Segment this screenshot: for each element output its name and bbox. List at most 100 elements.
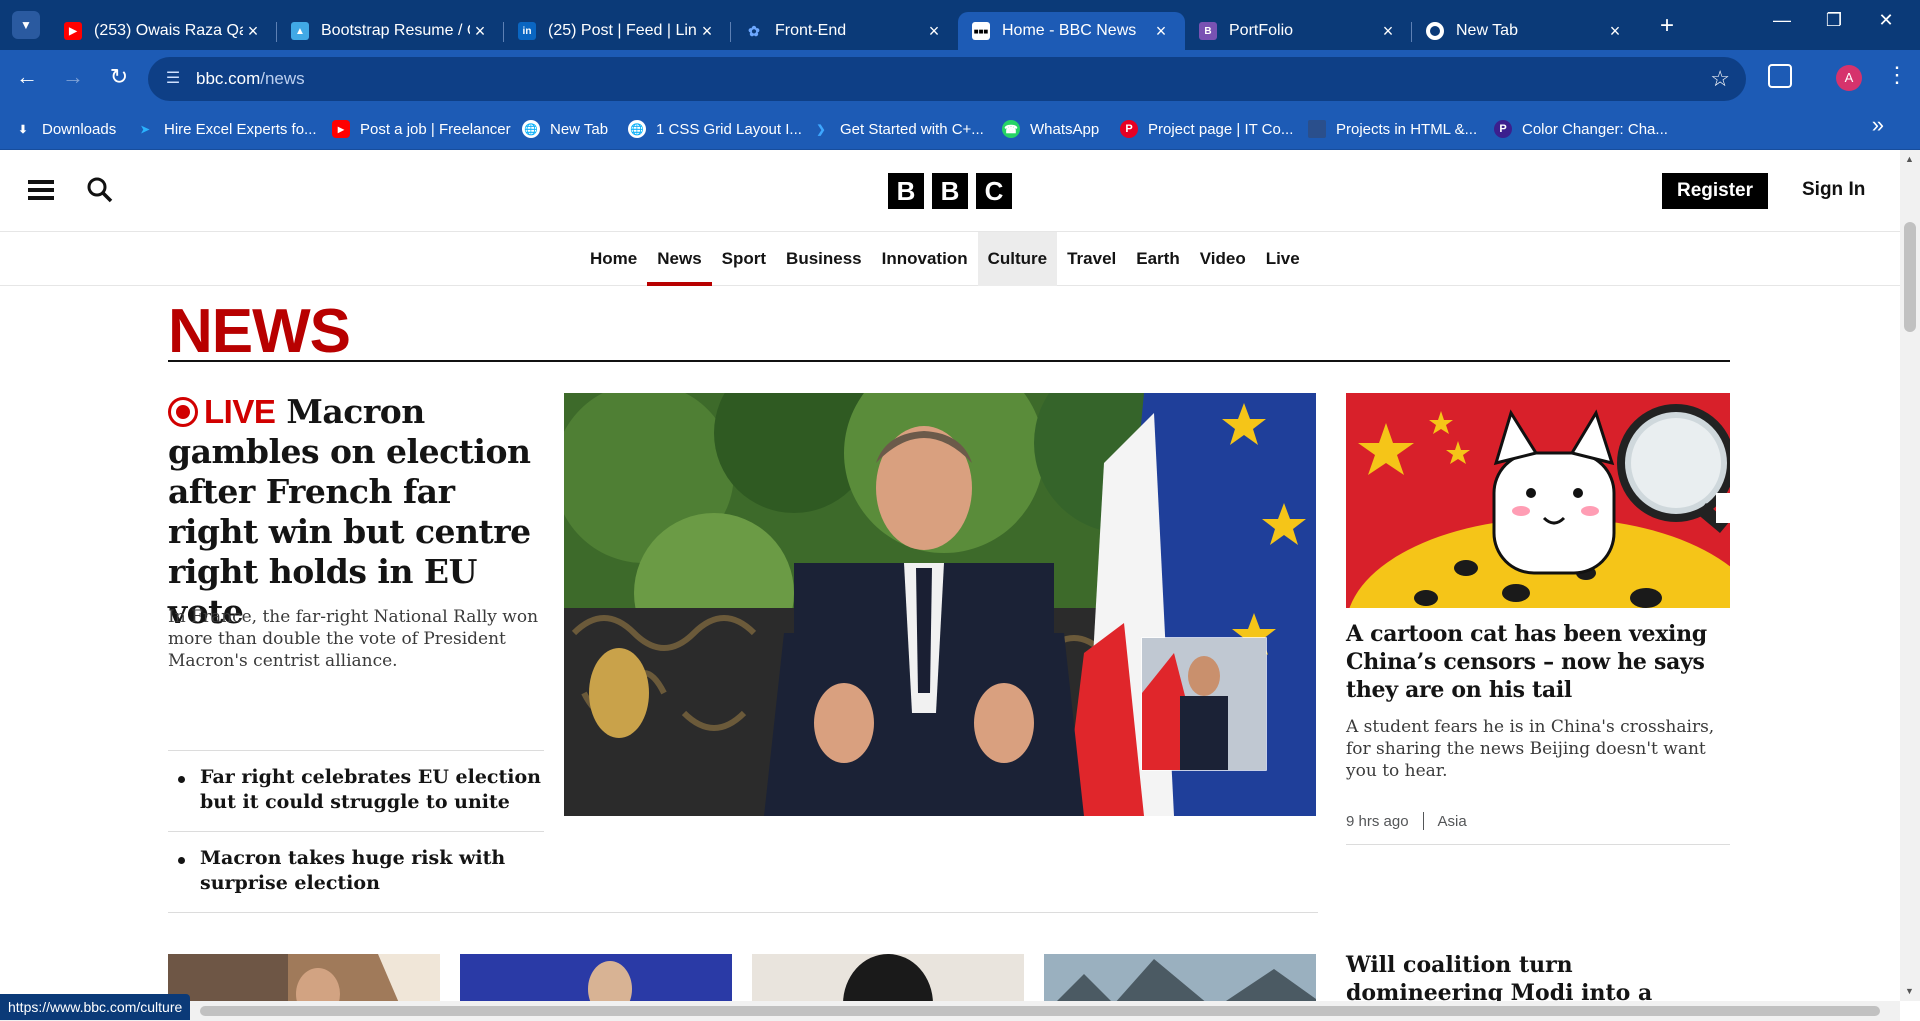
tab-title: (25) Post | Feed | Link [548, 22, 697, 39]
divider [168, 912, 1318, 913]
tab[interactable]: in (25) Post | Feed | Link × [504, 12, 731, 50]
bookmark-item[interactable]: ⬇ Downloads [14, 118, 116, 140]
sign-in-link[interactable]: Sign In [1802, 179, 1865, 201]
vertical-scrollbar[interactable]: ▲ ▼ [1900, 150, 1920, 1001]
nav-culture[interactable]: Culture [977, 232, 1058, 286]
tab-title: PortFolio [1229, 22, 1294, 39]
youtube-icon: ▶ [64, 22, 82, 40]
side-story-meta: 9 hrs ago Asia [1346, 812, 1467, 830]
new-tab-button[interactable]: + [1652, 12, 1682, 40]
nav-video[interactable]: Video [1190, 232, 1256, 286]
side-story-image[interactable] [1346, 393, 1730, 608]
nav-innovation[interactable]: Innovation [872, 232, 978, 286]
download-icon: ⬇ [18, 123, 28, 136]
bookmark-item[interactable]: ➤ Hire Excel Experts fo... [136, 118, 317, 140]
close-icon[interactable]: × [1378, 21, 1398, 42]
scrollbar-thumb[interactable] [200, 1006, 1880, 1016]
bookmark-star-icon[interactable]: ☆ [1710, 66, 1730, 92]
related-link[interactable]: Far right celebrates EU election but it … [168, 750, 544, 831]
browser-toolbar: ← → ↻ ☰ bbc.com/news ☆ [0, 50, 1920, 108]
window-close-button[interactable]: ✕ [1866, 10, 1906, 31]
bookmarks-overflow-icon[interactable]: » [1872, 112, 1884, 138]
extensions-icon[interactable] [1768, 64, 1792, 88]
nav-sport[interactable]: Sport [712, 232, 776, 286]
divider [1346, 844, 1730, 845]
freelancer-icon: ➤ [140, 123, 150, 136]
section-nav: Home News Sport Business Innovation Cult… [0, 232, 1900, 286]
menu-icon[interactable] [28, 180, 54, 200]
search-icon[interactable] [86, 176, 114, 204]
topic-tag[interactable]: Asia [1438, 813, 1467, 830]
bookmark-item[interactable]: ☎ WhatsApp [1002, 118, 1099, 140]
tab[interactable]: New Tab × [1412, 12, 1639, 50]
bbc-logo[interactable]: B B C [888, 173, 1012, 209]
logo-letter: B [888, 173, 924, 209]
color-changer-icon: P [1494, 120, 1512, 138]
nav-business[interactable]: Business [776, 232, 872, 286]
bbc-news-page: B B C Register Sign In Home News Sport B… [0, 150, 1900, 1021]
logo-letter: C [976, 173, 1012, 209]
bbc-icon: ■■■ [972, 22, 990, 40]
scrollbar-thumb[interactable] [1904, 222, 1916, 332]
tab-title: Front-End [775, 22, 847, 39]
site-info-icon[interactable]: ☰ [162, 68, 184, 90]
close-icon[interactable]: × [924, 21, 944, 42]
reload-button[interactable]: ↻ [104, 64, 134, 90]
address-url: bbc.com/news [196, 69, 305, 89]
bookmark-item[interactable]: 🌐 1 CSS Grid Layout I... [628, 118, 802, 140]
tab[interactable]: B PortFolio × [1185, 12, 1412, 50]
live-icon [168, 397, 198, 427]
profile-avatar[interactable]: A [1836, 65, 1862, 91]
tab-title: Home - BBC News [1002, 22, 1137, 39]
tab-search-button[interactable]: ▼ [12, 11, 40, 39]
nav-news[interactable]: News [647, 232, 713, 286]
scroll-down-icon[interactable]: ▼ [1905, 986, 1914, 996]
tab-active[interactable]: ■■■ Home - BBC News × [958, 12, 1185, 50]
tab[interactable]: ✿ Front-End × [731, 12, 958, 50]
close-icon[interactable]: × [470, 21, 490, 42]
bookmark-item[interactable]: P Color Changer: Cha... [1494, 118, 1668, 140]
nav-home[interactable]: Home [580, 232, 647, 286]
globe-icon: 🌐 [522, 120, 540, 138]
back-button[interactable]: ← [12, 64, 42, 90]
linkedin-icon: in [518, 22, 536, 40]
nav-travel[interactable]: Travel [1057, 232, 1126, 286]
bookmark-label: WhatsApp [1030, 120, 1100, 138]
nav-earth[interactable]: Earth [1126, 232, 1189, 286]
restore-button[interactable]: ❐ [1814, 10, 1854, 31]
bookmark-label: Hire Excel Experts fo... [164, 120, 317, 138]
forward-button[interactable]: → [58, 64, 88, 90]
tab[interactable]: ▲ Bootstrap Resume / C × [277, 12, 504, 50]
address-host: bbc.com [196, 69, 261, 88]
lead-story-image[interactable] [564, 393, 1316, 816]
status-bar-url: https://www.bbc.com/culture [0, 994, 191, 1020]
bookmark-item[interactable]: P Project page | IT Co... [1120, 118, 1293, 140]
bookmark-label: Get Started with C+... [840, 120, 984, 138]
masthead: B B C Register Sign In [0, 150, 1900, 232]
menu-kebab-icon[interactable]: ⋮ [1886, 62, 1908, 88]
tab[interactable]: ▶ (253) Owais Raza Qad × [50, 12, 277, 50]
side-story-summary: A student fears he is in China's crossha… [1346, 717, 1715, 781]
side-story-headline[interactable]: A cartoon cat has been vexing China’s ce… [1346, 620, 1730, 704]
horizontal-scrollbar[interactable] [0, 1001, 1900, 1021]
bookmark-label: 1 CSS Grid Layout I... [656, 120, 802, 138]
close-icon: ✕ [1878, 10, 1894, 30]
bookmark-item[interactable]: ❯ Get Started with C+... [812, 118, 984, 140]
close-icon[interactable]: × [1605, 21, 1625, 42]
close-icon[interactable]: × [1151, 21, 1171, 42]
address-bar[interactable]: ☰ bbc.com/news ☆ [148, 57, 1746, 101]
close-icon[interactable]: × [243, 21, 263, 42]
lead-headline-link[interactable]: LIVE Macron gambles on election after Fr… [168, 392, 548, 632]
meta-separator [1422, 812, 1424, 830]
bookmark-item[interactable]: Projects in HTML &... [1308, 118, 1477, 140]
scroll-up-icon[interactable]: ▲ [1905, 154, 1914, 164]
bookmark-item[interactable]: ▶ Post a job | Freelancer [332, 118, 511, 140]
tab-strip: ▼ ▶ (253) Owais Raza Qad × ▲ Bootstrap R… [0, 0, 1920, 50]
close-icon[interactable]: × [697, 21, 717, 42]
chevron-down-icon: ▼ [20, 18, 32, 32]
related-link[interactable]: Macron takes huge risk with surprise ele… [168, 831, 544, 912]
nav-live[interactable]: Live [1256, 232, 1310, 286]
minimize-button[interactable]: — [1762, 10, 1802, 31]
bookmark-item[interactable]: 🌐 New Tab [522, 118, 608, 140]
register-button[interactable]: Register [1662, 173, 1768, 209]
